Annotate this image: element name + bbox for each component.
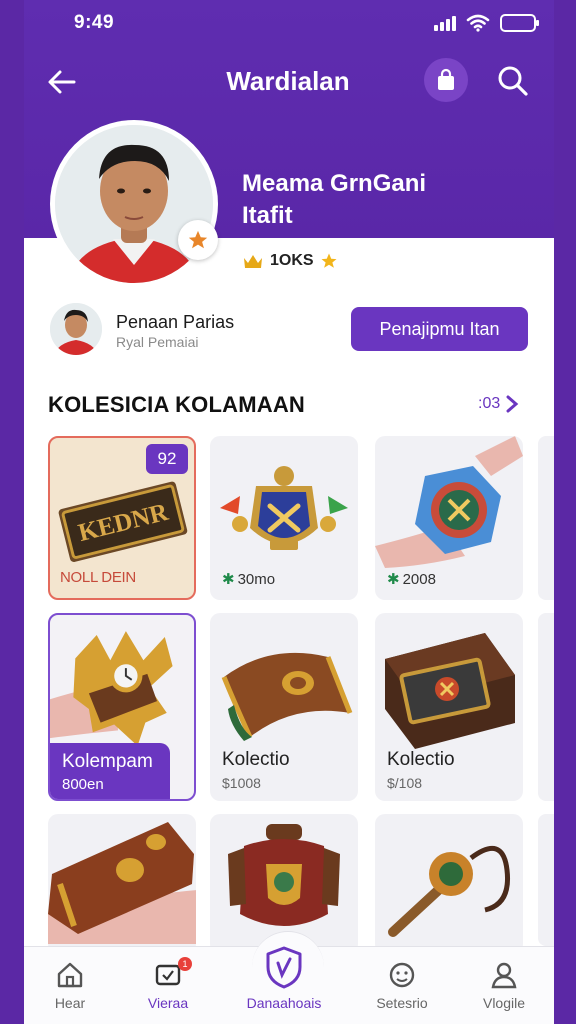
item-price: $1008 [222, 775, 261, 791]
collection-card[interactable] [375, 814, 523, 954]
star-icon [188, 230, 208, 249]
seller-portrait [50, 303, 102, 355]
primary-action-button[interactable]: Penajipmu Itan [351, 307, 528, 351]
tab-settings[interactable]: Setesrio [352, 947, 452, 1024]
collection-card[interactable]: Kolectio $1008 [210, 613, 358, 801]
gem-icon: ✱ [387, 571, 400, 588]
tag-price: 800en [62, 776, 104, 793]
crown-icon [244, 255, 262, 268]
notification-badge: 1 [178, 957, 192, 971]
profile-name: Meama GrnGani [242, 170, 427, 197]
signal-icon [434, 15, 456, 31]
collection-card[interactable]: ✱ 30mo [210, 436, 358, 600]
selected-item-tag: Kolempam 800en [50, 743, 170, 799]
seller-avatar[interactable] [50, 303, 102, 355]
search-icon [498, 66, 528, 96]
item-price: ✱ 30mo [222, 570, 276, 589]
coin-balance: 1OKS [242, 252, 338, 270]
profile-avatar[interactable] [50, 120, 218, 288]
collection-card[interactable] [48, 814, 196, 954]
item-label: Kolectio [222, 749, 290, 770]
tab-messages[interactable]: 1 Vieraa [118, 947, 218, 1024]
user-icon [491, 962, 517, 989]
tab-label: Setesrio [376, 995, 428, 1011]
tab-profile[interactable]: Vlogile [454, 947, 554, 1024]
tab-home[interactable]: Hear [20, 947, 120, 1024]
gem-icon: ✱ [222, 571, 235, 588]
coin-value: 1OKS [270, 252, 314, 269]
device-frame-right [554, 0, 576, 1024]
top-nav: Wardialan [0, 52, 576, 112]
item-label: NOLL DEIN [60, 569, 136, 586]
tab-label: Vieraa [147, 995, 189, 1011]
bottom-tab-bar: Hear 1 Vieraa Danaahoais Setesrio Vlogil… [0, 931, 576, 1024]
collection-card[interactable]: ✱ 2008 [375, 436, 523, 600]
status-icons [434, 14, 539, 32]
collection-card[interactable]: Kolempam 800en [48, 613, 196, 801]
leather-bracer-image [48, 822, 196, 944]
tag-title: Kolempam [62, 751, 153, 772]
status-bar: 9:49 [0, 0, 576, 48]
tab-label: Danaahoais [246, 995, 322, 1011]
battery-icon [500, 14, 539, 32]
item-label: Kolectio [387, 749, 455, 770]
page-title: Wardialan [226, 66, 350, 96]
search-button[interactable] [494, 62, 532, 100]
avatar-portrait [55, 125, 213, 283]
status-time: 9:49 [74, 12, 115, 33]
seller-name: Penaan Parias [116, 312, 235, 332]
shopping-bag-icon [438, 68, 454, 90]
home-icon [57, 962, 83, 988]
item-price: $/108 [387, 775, 423, 791]
leather-cuff-image [221, 652, 353, 741]
star-badge [178, 220, 218, 260]
collection-header: KOLESICIA KOLAMAAN :03 [48, 390, 554, 420]
item-price: ✱ 2008 [387, 570, 436, 589]
shield-heart-icon [266, 946, 302, 989]
see-all-link[interactable]: :03 [478, 394, 520, 414]
gold-star-icon [321, 253, 337, 268]
tab-dashboard[interactable]: Danaahoais [234, 946, 334, 1024]
seller-subtitle: Ryal Pemaiai [116, 334, 199, 350]
wifi-icon [466, 14, 490, 32]
collection-card[interactable]: KEDNR 92 NOLL DEIN [48, 436, 196, 600]
seller-row: Penaan Parias Ryal Pemaiai Penajipmu Ita… [50, 300, 530, 360]
see-all-count: :03 [478, 395, 501, 412]
collection-card[interactable]: Kolectio $/108 [375, 613, 523, 801]
chest-box-image [385, 633, 515, 749]
tab-label: Vlogile [482, 995, 526, 1011]
tab-label: Hear [54, 995, 86, 1011]
profile-subtitle: Itafit [242, 202, 293, 229]
shopping-bag-button[interactable] [424, 58, 468, 102]
quantity-badge: 92 [146, 444, 188, 474]
section-title: KOLESICIA KOLAMAAN [48, 392, 305, 417]
chevron-right-icon [506, 395, 519, 413]
device-frame-left [0, 0, 24, 1024]
phone-screen: 9:49 Wardialan Meama GrnGani Itafit 1OKS… [0, 0, 576, 1024]
face-icon [389, 962, 415, 988]
scepter-image [388, 845, 511, 937]
